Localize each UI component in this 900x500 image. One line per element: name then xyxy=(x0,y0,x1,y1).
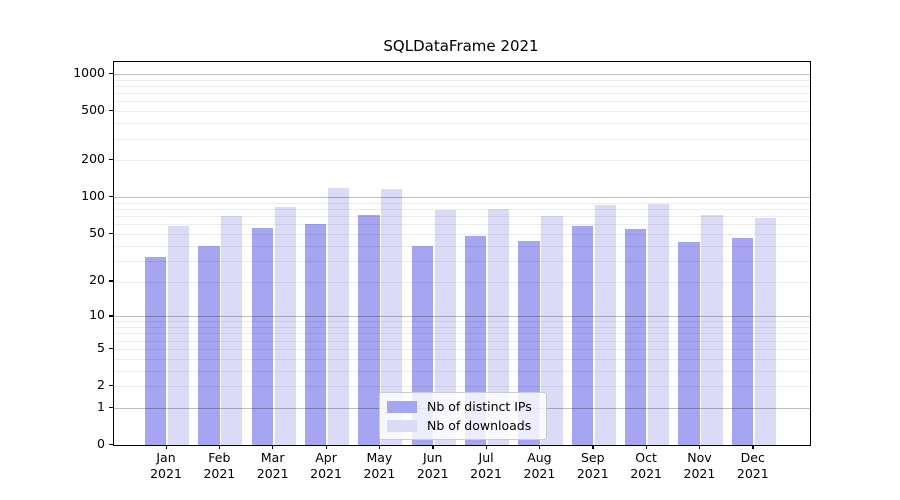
y-tick-mark xyxy=(109,72,113,75)
x-tick-mark xyxy=(592,445,594,449)
grid-line-minor xyxy=(114,111,810,113)
grid-line-minor xyxy=(114,370,810,372)
grid-layer xyxy=(114,62,810,445)
legend-item-downloads: Nb of downloads xyxy=(387,416,546,435)
x-tick-mark xyxy=(538,445,541,449)
y-tick-label: 10 xyxy=(89,307,105,323)
y-tick-mark xyxy=(109,196,113,198)
plot-area: Nb of distinct IPs Nb of downloads xyxy=(113,61,811,446)
y-tick-label: 100 xyxy=(81,188,105,204)
y-tick-label: 50 xyxy=(89,224,105,240)
y-tick-label: 20 xyxy=(89,272,105,288)
legend-item-distinct-ips: Nb of distinct IPs xyxy=(387,397,546,416)
grid-line-minor xyxy=(114,233,810,235)
grid-line-minor xyxy=(114,202,810,204)
x-tick-mark xyxy=(378,445,381,449)
y-tick-label: 0 xyxy=(97,436,105,451)
y-tick-mark xyxy=(109,159,113,161)
grid-line-minor xyxy=(114,101,810,103)
y-tick-label: 500 xyxy=(81,102,105,118)
grid-line-major xyxy=(114,197,810,199)
grid-line-minor xyxy=(114,160,810,162)
x-tick-label: Dec 2021 xyxy=(721,450,785,481)
grid-line-minor xyxy=(114,260,810,262)
figure: SQLDataFrame 2021 Nb of distinct IPs Nb … xyxy=(0,0,900,500)
y-tick-mark xyxy=(109,315,113,317)
x-tick-mark xyxy=(485,445,487,449)
grid-line-minor xyxy=(114,348,810,350)
y-tick-mark xyxy=(109,232,113,235)
grid-line-minor xyxy=(114,79,810,81)
y-tick-mark xyxy=(109,110,113,112)
x-tick-mark xyxy=(272,445,274,449)
grid-line-minor xyxy=(114,281,810,283)
x-tick-mark xyxy=(165,445,167,449)
x-tick-mark xyxy=(698,445,701,449)
grid-line-major xyxy=(114,316,810,318)
y-tick-mark xyxy=(109,444,113,446)
y-tick-mark xyxy=(109,406,113,409)
grid-line-minor xyxy=(114,386,810,387)
grid-line-minor xyxy=(114,245,810,247)
y-tick-label: 200 xyxy=(81,151,105,167)
grid-line-minor xyxy=(114,224,810,226)
y-tick-mark xyxy=(109,280,113,282)
x-tick-year: 2021 xyxy=(736,465,769,481)
y-tick-label: 1000 xyxy=(73,64,105,80)
chart-title: SQLDataFrame 2021 xyxy=(383,37,539,55)
grid-line-minor xyxy=(114,85,810,87)
grid-line-minor xyxy=(114,333,810,335)
legend-label-downloads: Nb of downloads xyxy=(427,418,532,433)
grid-line-minor xyxy=(114,216,810,218)
grid-line-minor xyxy=(114,209,810,210)
legend-swatch-distinct-ips xyxy=(387,400,417,413)
grid-line-minor xyxy=(114,138,810,140)
y-tick-mark xyxy=(109,385,113,387)
grid-line-minor xyxy=(114,93,810,95)
legend-swatch-downloads xyxy=(387,419,417,432)
y-tick-mark xyxy=(109,347,113,350)
y-tick-label: 2 xyxy=(97,377,105,392)
x-tick-mark xyxy=(645,445,647,449)
y-tick-label: 5 xyxy=(97,339,105,355)
grid-line-minor xyxy=(114,358,810,360)
grid-line-minor xyxy=(114,340,810,342)
x-tick-month: Dec xyxy=(740,450,765,465)
x-tick-mark xyxy=(752,445,754,449)
x-tick-mark xyxy=(218,445,221,449)
y-tick-label: 1 xyxy=(97,398,105,414)
grid-line-minor xyxy=(114,321,810,323)
grid-line-minor xyxy=(114,327,810,328)
x-tick-mark xyxy=(325,445,327,449)
grid-line-minor xyxy=(114,123,810,125)
legend-label-distinct-ips: Nb of distinct IPs xyxy=(427,399,532,414)
grid-line-major xyxy=(114,74,810,75)
legend: Nb of distinct IPs Nb of downloads xyxy=(379,392,547,440)
x-tick-mark xyxy=(432,445,434,449)
